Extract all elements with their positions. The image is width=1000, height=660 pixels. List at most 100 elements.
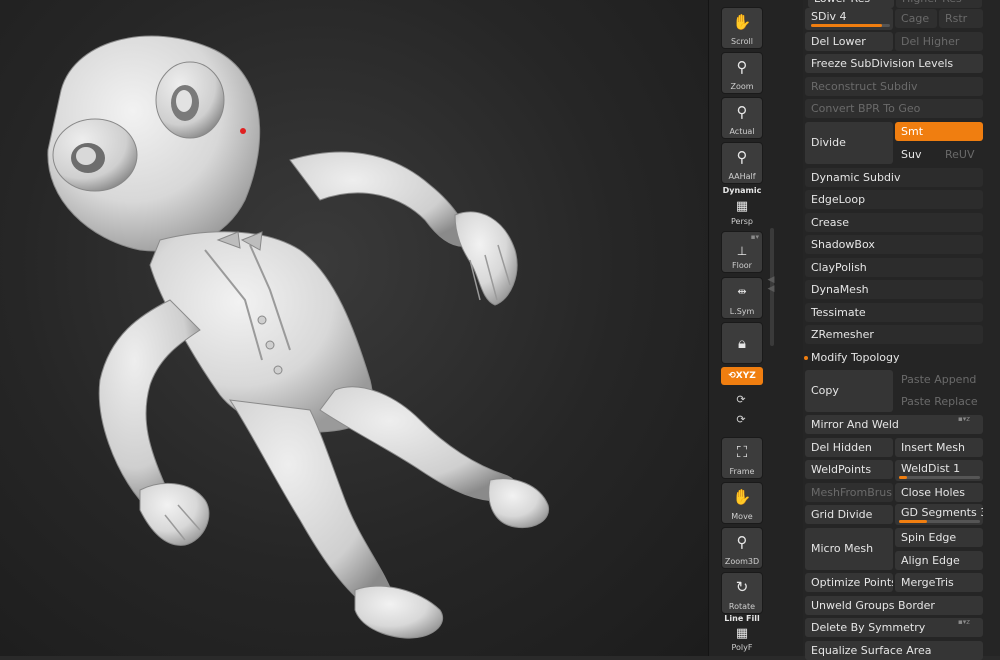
zoom3d-button[interactable]: ⚲ Zoom3D (721, 527, 763, 569)
sdiv-slider[interactable]: SDiv 4 (805, 8, 893, 30)
cursor-marker (240, 128, 246, 134)
aahalf-button[interactable]: ⚲ AAHalf (721, 142, 763, 184)
crease-section[interactable]: Crease (805, 213, 983, 232)
aahalf-label: AAHalf (728, 172, 756, 181)
divide-button[interactable]: Divide (805, 122, 893, 164)
lock-button[interactable]: 🔒︎ (721, 322, 763, 364)
paste-replace-button[interactable]: Paste Replace (895, 392, 983, 411)
rotate-axis-icon: ⟲ (728, 371, 736, 381)
move-button[interactable]: ✋ Move (721, 482, 763, 524)
magnifier-actual-icon: ⚲ (736, 103, 748, 121)
delete-by-symmetry-button[interactable]: Delete By Symmetry (805, 618, 983, 637)
actual-button[interactable]: ⚲ Actual (721, 97, 763, 139)
paste-append-button[interactable]: Paste Append (895, 370, 983, 389)
smt-toggle[interactable]: Smt (895, 122, 983, 141)
gd-segments-label: GD Segments (901, 506, 977, 519)
mirror-options-icon[interactable]: ▪▾z (958, 416, 970, 423)
welddist-fill (899, 476, 908, 479)
welddist-slider[interactable]: WeldDist 1 (895, 460, 983, 481)
z-rotate-button[interactable]: ⟳ (731, 412, 751, 428)
persp-button[interactable]: Dynamic ▦ Persp (721, 186, 763, 228)
lock-icon: 🔒︎ (738, 334, 746, 352)
symmetry-icon: ⇹ (737, 285, 747, 298)
rotate-label: Rotate (728, 602, 756, 611)
del-higher-button[interactable]: Del Higher (895, 32, 983, 51)
sculpt-model[interactable] (0, 0, 708, 656)
scroll-label: Scroll (731, 37, 753, 46)
xyz-rotate-button[interactable]: ⟲XYZ (721, 367, 763, 385)
floor-button[interactable]: ▪▾ ⊥ Floor (721, 231, 763, 273)
zoom-button[interactable]: ⚲ Zoom (721, 52, 763, 94)
welddist-track (899, 476, 980, 479)
zremesher-section[interactable]: ZRemesher (805, 325, 983, 344)
lower-res-button[interactable]: Lower Res (808, 0, 894, 8)
dynamic-label: Dynamic (722, 186, 762, 195)
frame-label: Frame (729, 467, 755, 476)
grid-divide-button[interactable]: Grid Divide (805, 505, 893, 524)
polyframe-icon: ▦ (735, 626, 749, 641)
meshfrombrush-button[interactable]: MeshFromBrush (805, 483, 893, 502)
collapse-arrow-icon[interactable]: ◀ ◀ (766, 276, 776, 294)
magnifier-aahalf-icon: ⚲ (736, 148, 748, 166)
zoom3d-label: Zoom3D (724, 557, 760, 566)
y-rotate-button[interactable]: ⟳ (731, 392, 751, 408)
sdiv-value: 4 (839, 10, 847, 23)
magnifier-icon: ⚲ (736, 58, 748, 76)
move-hand-icon: ✋ (732, 488, 752, 506)
perspective-grid-icon: ▦ (735, 199, 749, 214)
sdiv-track (811, 24, 890, 27)
optimize-points-button[interactable]: Optimize Points (805, 573, 893, 592)
rstr-button[interactable]: Rstr (939, 9, 983, 28)
unweld-groups-border-button[interactable]: Unweld Groups Border (805, 596, 983, 615)
reconstruct-subdiv-button[interactable]: Reconstruct Subdiv (805, 77, 983, 96)
floor-label: Floor (732, 261, 752, 270)
zoom-label: Zoom (730, 82, 754, 91)
equalize-surface-area-button[interactable]: Equalize Surface Area (805, 641, 983, 660)
cage-button[interactable]: Cage (895, 9, 937, 28)
tool-geometry-panel: Lower Res Higher Res SDiv 4 Cage Rstr De… (803, 0, 1000, 660)
close-holes-button[interactable]: Close Holes (895, 483, 983, 502)
weldpoints-button[interactable]: WeldPoints (805, 460, 893, 479)
tessimate-section[interactable]: Tessimate (805, 303, 983, 322)
suv-toggle[interactable]: Suv (895, 145, 939, 164)
move-label: Move (731, 512, 753, 521)
copy-button[interactable]: Copy (805, 370, 893, 412)
gd-segments-value: 3 (980, 506, 983, 519)
mergetris-button[interactable]: MergeTris (895, 573, 983, 592)
scroll-button[interactable]: ✋ Scroll (721, 7, 763, 49)
del-lower-button[interactable]: Del Lower (805, 32, 893, 51)
lsym-button[interactable]: ⇹ L.Sym (721, 277, 763, 319)
gd-segments-slider[interactable]: GD Segments 3 (895, 504, 983, 525)
persp-label: Persp (731, 217, 753, 226)
rotate-button[interactable]: ↻ Rotate (721, 572, 763, 614)
actual-label: Actual (729, 127, 755, 136)
micro-mesh-button[interactable]: Micro Mesh (805, 528, 893, 570)
mirror-and-weld-button[interactable]: Mirror And Weld (805, 415, 983, 434)
freeze-subdivision-button[interactable]: Freeze SubDivision Levels (805, 54, 983, 73)
align-edge-button[interactable]: Align Edge (895, 551, 983, 570)
shadowbox-section[interactable]: ShadowBox (805, 235, 983, 254)
higher-res-button[interactable]: Higher Res (896, 0, 982, 8)
spin-edge-button[interactable]: Spin Edge (895, 528, 983, 547)
reuv-toggle[interactable]: ReUV (939, 145, 983, 164)
sdiv-label: SDiv (811, 10, 837, 23)
welddist-value: 1 (953, 462, 961, 475)
lsym-label: L.Sym (729, 307, 755, 316)
symmetry-options-icon[interactable]: ▪▾z (958, 619, 970, 626)
frame-button[interactable]: ⛶ Frame (721, 437, 763, 479)
gd-segments-fill (899, 520, 928, 523)
viewport-canvas[interactable] (0, 0, 708, 656)
convert-bpr-button[interactable]: Convert BPR To Geo (805, 99, 983, 118)
frame-icon: ⛶ (736, 443, 748, 461)
del-hidden-button[interactable]: Del Hidden (805, 438, 893, 457)
insert-mesh-button[interactable]: Insert Mesh (895, 438, 983, 457)
view-navigation-shelf: ✋ Scroll ⚲ Zoom ⚲ Actual ⚲ AAHalf Dynami… (708, 0, 804, 656)
modify-topology-header[interactable]: Modify Topology (805, 348, 983, 367)
polyf-label: PolyF (731, 643, 753, 652)
dynamesh-section[interactable]: DynaMesh (805, 280, 983, 299)
polyf-button[interactable]: Line Fill ▦ PolyF (721, 614, 763, 656)
claypolish-section[interactable]: ClayPolish (805, 258, 983, 277)
dynamic-subdiv-section[interactable]: Dynamic Subdiv (805, 168, 983, 187)
edgeloop-section[interactable]: EdgeLoop (805, 190, 983, 209)
welddist-label: WeldDist (901, 462, 950, 475)
